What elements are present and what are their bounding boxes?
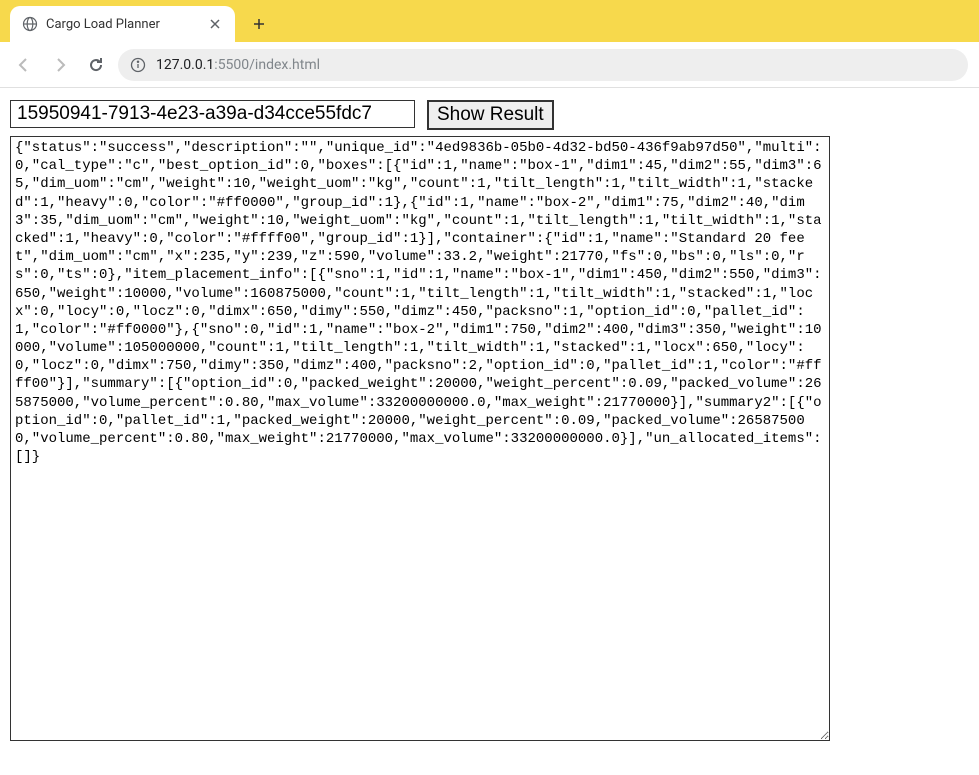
show-result-button[interactable]: Show Result <box>427 100 554 130</box>
control-row: Show Result <box>10 100 969 130</box>
new-tab-button[interactable] <box>245 10 273 38</box>
browser-toolbar: 127.0.0.1:5500/index.html <box>0 42 979 88</box>
info-icon <box>130 57 146 73</box>
forward-button[interactable] <box>46 51 74 79</box>
url-host: 127.0.0.1 <box>156 57 214 73</box>
reload-button[interactable] <box>82 51 110 79</box>
url-path: :5500/index.html <box>214 57 320 73</box>
address-bar[interactable]: 127.0.0.1:5500/index.html <box>118 49 968 81</box>
url-text: 127.0.0.1:5500/index.html <box>156 57 320 73</box>
result-textarea[interactable] <box>10 136 830 741</box>
browser-tab-strip: Cargo Load Planner <box>0 0 979 42</box>
browser-tab[interactable]: Cargo Load Planner <box>10 6 235 42</box>
id-input[interactable] <box>10 100 415 128</box>
globe-icon <box>22 16 38 32</box>
page-content: Show Result <box>0 88 979 757</box>
back-button[interactable] <box>10 51 38 79</box>
close-icon[interactable] <box>207 16 223 32</box>
tab-title: Cargo Load Planner <box>46 17 199 32</box>
